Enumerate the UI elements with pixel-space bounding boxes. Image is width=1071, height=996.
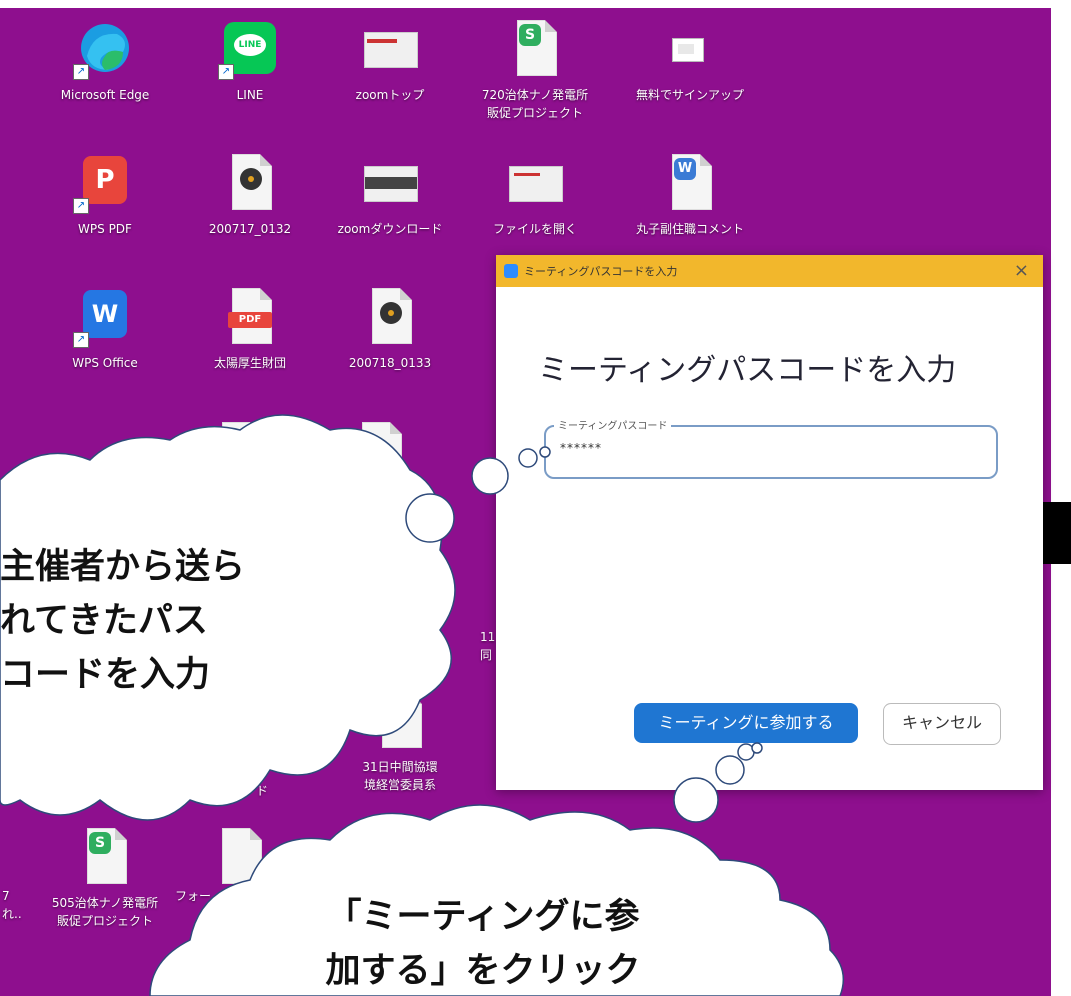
annotation-text-passcode: 主催者から送ら れてきたパス コードを入力 <box>0 547 246 695</box>
thought-bubble <box>405 493 455 543</box>
thought-bubble <box>673 777 719 823</box>
desktop: ↗ Microsoft Edge LINE ↗ LINE zoomトップ S 7… <box>0 0 1071 996</box>
thought-bubble <box>518 448 538 468</box>
thought-bubble <box>715 755 745 785</box>
annotation-clouds <box>0 414 845 996</box>
annotation-text-join: 「ミーティングに参 加する」をクリック <box>325 897 641 991</box>
thought-bubble <box>471 457 509 495</box>
thought-bubble <box>539 446 551 458</box>
thought-bubble <box>751 742 763 754</box>
